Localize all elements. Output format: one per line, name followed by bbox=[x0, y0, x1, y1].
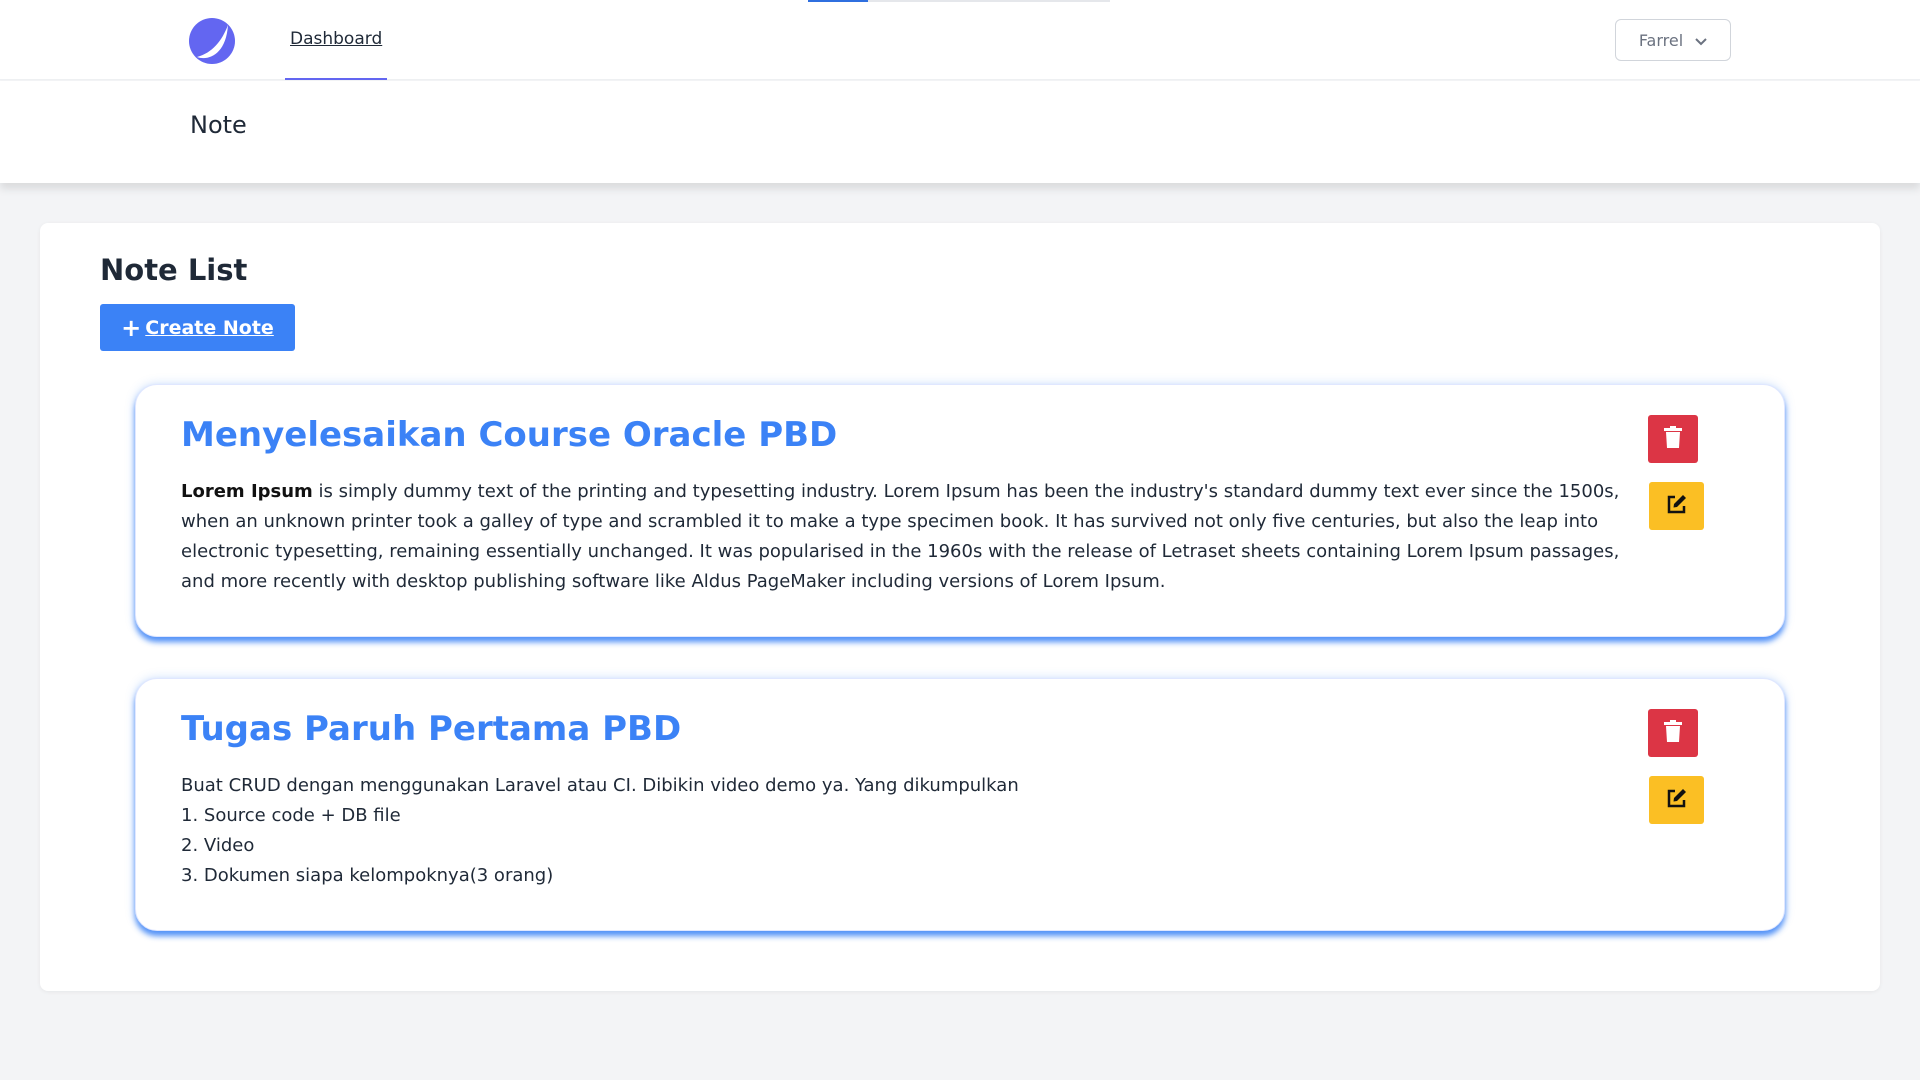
nav-link-dashboard[interactable]: Dashboard bbox=[285, 0, 388, 80]
page-header: Note bbox=[0, 81, 1920, 183]
top-navbar: Dashboard Farrel bbox=[0, 0, 1920, 80]
note-body-line: 3. Dokumen siapa kelompoknya(3 orang) bbox=[181, 865, 554, 886]
edit-note-button[interactable] bbox=[1649, 776, 1704, 824]
note-body: Lorem Ipsum is simply dummy text of the … bbox=[181, 477, 1621, 597]
delete-note-button[interactable] bbox=[1648, 415, 1698, 463]
create-note-button[interactable]: + Create Note bbox=[100, 304, 295, 351]
note-body: Buat CRUD dengan menggunakan Laravel ata… bbox=[181, 771, 1621, 891]
note-list-panel: Note List + Create Note Menyelesaikan Co… bbox=[40, 223, 1880, 991]
loading-progress-bar bbox=[808, 0, 1110, 2]
note-title: Menyelesaikan Course Oracle PBD bbox=[181, 415, 838, 455]
note-card: Tugas Paruh Pertama PBD Buat CRUD dengan… bbox=[135, 678, 1785, 931]
note-list-title: Note List bbox=[100, 253, 248, 287]
edit-icon bbox=[1666, 787, 1688, 813]
logo-icon[interactable] bbox=[188, 17, 236, 65]
user-name: Farrel bbox=[1638, 30, 1684, 50]
trash-icon bbox=[1664, 720, 1682, 746]
delete-note-button[interactable] bbox=[1648, 709, 1698, 757]
page-title: Note bbox=[190, 111, 247, 139]
create-note-label: Create Note bbox=[145, 316, 274, 339]
note-body-bold-lead: Lorem Ipsum bbox=[181, 481, 313, 502]
note-body-line: Buat CRUD dengan menggunakan Laravel ata… bbox=[181, 775, 1019, 796]
trash-icon bbox=[1664, 426, 1682, 452]
note-body-line: 1. Source code + DB file bbox=[181, 805, 401, 826]
note-card: Menyelesaikan Course Oracle PBD Lorem Ip… bbox=[135, 384, 1785, 637]
note-body-line: 2. Video bbox=[181, 835, 255, 856]
note-title: Tugas Paruh Pertama PBD bbox=[181, 709, 682, 749]
edit-icon bbox=[1666, 493, 1688, 519]
chevron-down-icon bbox=[1695, 31, 1707, 50]
note-body-text: is simply dummy text of the printing and… bbox=[181, 481, 1620, 592]
loading-progress-fill bbox=[808, 0, 869, 2]
edit-note-button[interactable] bbox=[1649, 482, 1704, 530]
user-menu-button[interactable]: Farrel bbox=[1615, 19, 1731, 61]
plus-icon: + bbox=[121, 313, 142, 342]
